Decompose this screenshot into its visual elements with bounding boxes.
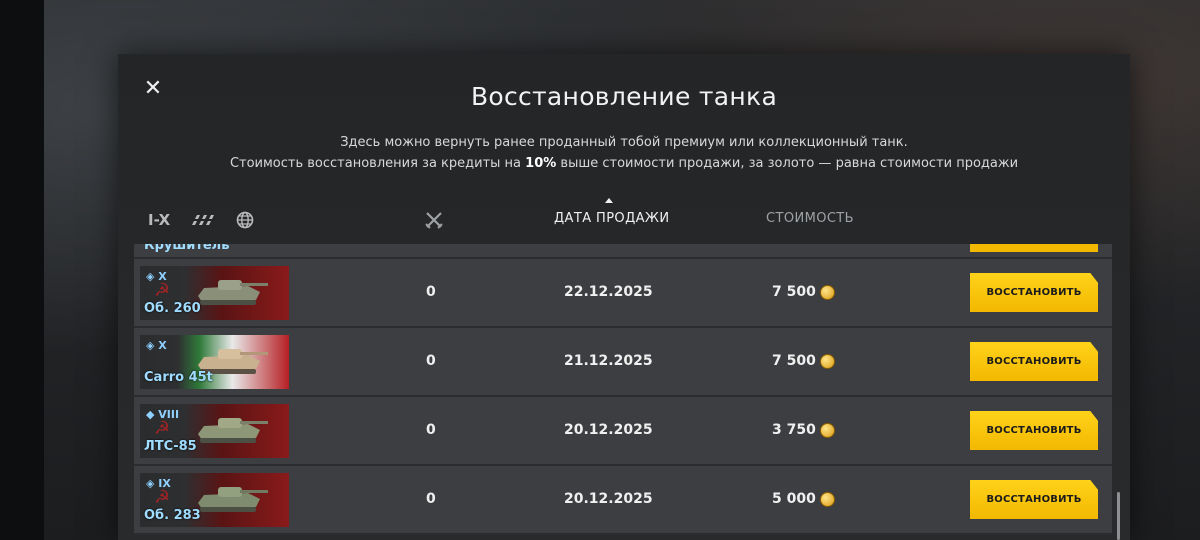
sale-date: 20.12.2025	[564, 491, 653, 507]
cost-value: 7 500	[772, 353, 835, 369]
list-item: ☭ ◈ X Об. 260 0 22.12.2025 7 500 ВОССТАН…	[134, 259, 1112, 328]
restore-tank-dialog: ✕ Восстановление танка Здесь можно верну…	[118, 54, 1130, 540]
nation-filter-button[interactable]	[236, 211, 254, 229]
list-item: ☭ ◆ VIII ЛТС-85 0 20.12.2025 3 750 ВОССТ…	[134, 397, 1112, 466]
description-line-2: Стоимость восстановления за кредиты на 1…	[118, 153, 1130, 174]
tier-filter-button[interactable]: I-X	[148, 211, 170, 229]
tier-value: X	[158, 270, 167, 283]
left-sidebar-strip	[0, 0, 44, 540]
tank-card: ◈ X Carro 45t	[140, 335, 289, 389]
kills-value: 0	[426, 353, 436, 369]
restore-button[interactable]: ВОССТАНОВИТЬ	[970, 480, 1098, 519]
tank-image	[198, 418, 268, 443]
cost-amount: 7 500	[772, 284, 816, 300]
cost-value: 5 000	[772, 491, 835, 507]
globe-icon	[236, 211, 254, 229]
tank-list: Крушитель ☭ ◈ X Об. 260 0 22.12.2025 7 5…	[134, 244, 1114, 540]
restore-button[interactable]: ВОССТАНОВИТЬ	[970, 411, 1098, 450]
tank-card: ☭ ◆ VIII ЛТС-85	[140, 404, 289, 458]
description-highlight: 10%	[525, 156, 557, 171]
cost-column-header[interactable]: СТОИМОСТЬ	[766, 211, 854, 226]
tier-badge: ◈ X	[146, 339, 167, 352]
ussr-emblem-icon: ☭	[154, 418, 171, 439]
gold-coin-icon	[819, 491, 835, 507]
ussr-emblem-icon: ☭	[154, 487, 171, 508]
tier-value: IX	[158, 477, 171, 490]
dialog-description: Здесь можно вернуть ранее проданный тобо…	[118, 132, 1130, 174]
tank-name: Об. 283	[144, 508, 201, 523]
tank-type-filter-button[interactable]	[190, 213, 216, 227]
crossed-swords-icon	[425, 212, 443, 229]
list-item: ☭ ◈ IX Об. 283 0 20.12.2025 5 000 ВОССТА…	[134, 466, 1112, 535]
tier-value: VIII	[158, 408, 180, 421]
kills-value: 0	[426, 284, 436, 300]
description-text: Стоимость восстановления за кредиты на	[229, 156, 526, 171]
date-column-header[interactable]: ДАТА ПРОДАЖИ	[554, 211, 669, 226]
sale-date: 21.12.2025	[564, 353, 653, 369]
tank-name: Крушитель	[144, 244, 230, 253]
kills-value: 0	[426, 491, 436, 507]
tier-badge: ◆ VIII	[146, 408, 180, 421]
cost-amount: 5 000	[772, 491, 816, 507]
sale-date: 22.12.2025	[564, 284, 653, 300]
sale-date: 20.12.2025	[564, 422, 653, 438]
kills-column-header[interactable]	[424, 210, 444, 230]
gold-coin-icon	[819, 353, 835, 369]
restore-button[interactable]: ВОССТАНОВИТЬ	[970, 273, 1098, 312]
dialog-title: Восстановление танка	[470, 82, 778, 111]
tank-type-icon	[191, 215, 216, 225]
tank-image	[198, 487, 268, 512]
tank-card: ☭ ◈ X Об. 260	[140, 266, 289, 320]
cost-value: 3 750	[772, 422, 835, 438]
tier-badge: ◈ IX	[146, 477, 171, 490]
restore-button[interactable]: ВОССТАНОВИТЬ	[970, 342, 1098, 381]
tank-name: Об. 260	[144, 301, 201, 316]
tank-card: ☭ ◈ IX Об. 283	[140, 473, 289, 527]
gold-coin-icon	[819, 284, 835, 300]
cost-amount: 3 750	[772, 422, 816, 438]
description-text: выше стоимости продажи, за золото — равн…	[556, 156, 1019, 171]
kills-value: 0	[426, 422, 436, 438]
tank-name: Carro 45t	[144, 370, 213, 385]
scrollbar[interactable]	[1117, 492, 1120, 540]
list-item: ◈ X Carro 45t 0 21.12.2025 7 500 ВОССТАН…	[134, 328, 1112, 397]
tank-name: ЛТС-85	[144, 439, 197, 454]
gold-coin-icon	[819, 422, 835, 438]
ussr-emblem-icon: ☭	[154, 280, 171, 301]
cost-value: 7 500	[772, 284, 835, 300]
tier-badge: ◈ X	[146, 270, 167, 283]
cost-amount: 7 500	[772, 353, 816, 369]
sort-ascending-icon	[605, 198, 613, 203]
tank-image	[198, 280, 268, 305]
restore-button[interactable]	[970, 244, 1098, 252]
description-line-1: Здесь можно вернуть ранее проданный тобо…	[340, 135, 908, 150]
list-item: Крушитель	[134, 244, 1112, 259]
filter-bar: I-X	[148, 209, 254, 231]
tier-value: X	[158, 339, 167, 352]
